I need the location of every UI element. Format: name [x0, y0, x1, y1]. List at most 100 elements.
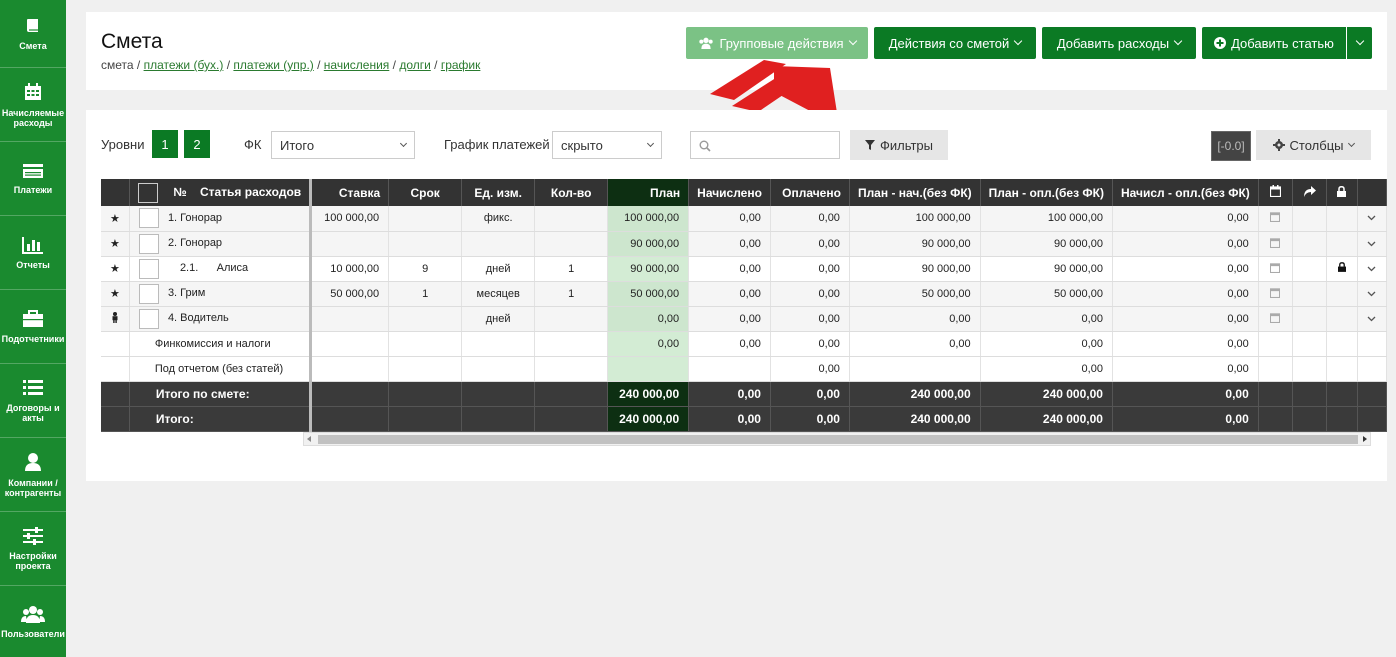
- row-expand: [1357, 356, 1387, 382]
- sidebar-item-payments[interactable]: Платежи: [0, 142, 66, 216]
- scroll-left-icon[interactable]: [307, 436, 311, 442]
- chevron-down-icon: [399, 139, 408, 148]
- row-plan-paid: 90 000,00: [980, 256, 1113, 282]
- lock-icon: [1337, 185, 1347, 197]
- estimate-actions-button[interactable]: Действия со сметой: [874, 27, 1036, 59]
- scrollbar-thumb[interactable]: [318, 435, 1358, 444]
- total-unit: [461, 406, 536, 432]
- header-item[interactable]: № Статья расходов: [129, 179, 313, 206]
- search-input[interactable]: [690, 131, 840, 159]
- add-item-dropdown-button[interactable]: [1347, 27, 1372, 59]
- fk-select-value: Итого: [280, 137, 315, 153]
- header-accrued[interactable]: Начислено: [688, 179, 771, 206]
- table-row[interactable]: ★ 3. Грим 50 000,00 1 месяцев 1 50 000,0…: [101, 281, 1387, 307]
- sidebar-item-estimate[interactable]: Смета: [0, 0, 66, 68]
- table-row[interactable]: 4. Водитель дней 0,00 0,00 0,00 0,00 0,0…: [101, 306, 1387, 332]
- breadcrumb-link-payments-mgmt[interactable]: платежи (упр.): [233, 58, 313, 72]
- columns-button[interactable]: Столбцы: [1256, 130, 1371, 160]
- level-1-button[interactable]: 1: [152, 130, 178, 158]
- row-calendar[interactable]: [1258, 231, 1293, 257]
- breadcrumb-link-payments-acc[interactable]: платежи (бух.): [144, 58, 224, 72]
- sidebar-item-accrued[interactable]: Начисляемые расходы: [0, 68, 66, 142]
- level-2-button[interactable]: 2: [184, 130, 210, 158]
- fk-label: ФК: [244, 137, 262, 152]
- scroll-right-icon[interactable]: [1363, 436, 1367, 442]
- row-accrued: 0,00: [688, 331, 771, 357]
- row-calendar[interactable]: [1258, 306, 1293, 332]
- header-rate[interactable]: Ставка: [310, 179, 390, 206]
- row-item-name: Под отчетом (без статей): [154, 362, 284, 375]
- row-term: [388, 356, 463, 382]
- add-item-button[interactable]: Добавить статью: [1202, 27, 1346, 59]
- sidebar-item-settings[interactable]: Настройки проекта: [0, 512, 66, 586]
- chevron-down-icon: [848, 36, 857, 46]
- card-icon: [23, 163, 43, 178]
- header-accrued-paid[interactable]: Начисл - опл.(без ФК): [1112, 179, 1259, 206]
- header-calendar: [1258, 179, 1293, 206]
- total-plan-paid: 240 000,00: [980, 381, 1113, 407]
- table-row: Под отчетом (без статей) 0,00 0,00 0,00: [101, 356, 1387, 382]
- header-term[interactable]: Срок: [388, 179, 463, 206]
- row-lock[interactable]: [1326, 256, 1358, 282]
- row-calendar[interactable]: [1258, 206, 1293, 232]
- total-rate: [310, 381, 390, 407]
- row-checkbox[interactable]: [138, 233, 159, 254]
- header-plan-accrued[interactable]: План - нач.(без ФК): [849, 179, 981, 206]
- sidebar-item-reports[interactable]: Отчеты: [0, 216, 66, 290]
- row-checkbox[interactable]: [138, 308, 159, 329]
- header-plan[interactable]: План: [607, 179, 690, 206]
- calendar-icon: [1269, 185, 1281, 198]
- header-plan-paid[interactable]: План - опл.(без ФК): [980, 179, 1113, 206]
- row-accrued-paid: 0,00: [1112, 331, 1259, 357]
- sidebar-item-users[interactable]: Пользователи: [0, 586, 66, 657]
- breadcrumb-link-schedule[interactable]: график: [441, 58, 481, 72]
- row-expand[interactable]: [1357, 231, 1387, 257]
- schedule-select[interactable]: скрыто: [552, 131, 662, 159]
- row-calendar[interactable]: [1258, 256, 1293, 282]
- horizontal-scrollbar[interactable]: [303, 432, 1371, 446]
- header-paid[interactable]: Оплачено: [770, 179, 850, 206]
- breadcrumb-link-debts[interactable]: долги: [399, 58, 431, 72]
- row-share: [1292, 331, 1327, 357]
- row-checkbox[interactable]: [138, 258, 159, 279]
- row-mark: ★: [101, 231, 130, 257]
- table-row[interactable]: ★ 2.1. Алиса 10 000,00 9 дней 1 90 000,0…: [101, 256, 1387, 282]
- row-item: 2.1. Алиса: [129, 256, 313, 282]
- header-num: №: [173, 184, 187, 199]
- breadcrumb-link-accruals[interactable]: начисления: [324, 58, 390, 72]
- table-row[interactable]: ★ 2. Гонорар 90 000,00 0,00 0,00 90 000,…: [101, 231, 1387, 257]
- sidebar-label: Подотчетники: [1, 333, 65, 344]
- header-qty[interactable]: Кол-во: [534, 179, 609, 206]
- sidebar-item-accountable[interactable]: Подотчетники: [0, 290, 66, 364]
- row-checkbox[interactable]: [138, 208, 159, 229]
- add-expenses-button[interactable]: Добавить расходы: [1042, 27, 1196, 59]
- chevron-down-icon: [646, 139, 655, 148]
- row-plan: 0,00: [607, 331, 690, 357]
- total-paid: 0,00: [770, 381, 850, 407]
- row-plan-paid: 0,00: [980, 356, 1113, 382]
- bar-chart-icon: [22, 236, 43, 254]
- sidebar-item-companies[interactable]: Компании / контрагенты: [0, 438, 66, 512]
- users-icon: [699, 37, 714, 49]
- row-plan-paid: 90 000,00: [980, 231, 1113, 257]
- schedule-select-value: скрыто: [561, 137, 603, 153]
- select-all-checkbox[interactable]: [137, 182, 158, 203]
- row-checkbox[interactable]: [138, 283, 159, 304]
- header-unit[interactable]: Ед. изм.: [461, 179, 536, 206]
- row-expand[interactable]: [1357, 256, 1387, 282]
- row-accrued: [688, 356, 771, 382]
- filters-button[interactable]: Фильтры: [850, 130, 948, 160]
- row-item-name: 2. Гонорар: [167, 237, 223, 250]
- row-plan-paid: 100 000,00: [980, 206, 1113, 232]
- chevron-down-icon: [1014, 36, 1023, 46]
- sidebar-item-contracts[interactable]: Договоры и акты: [0, 364, 66, 438]
- row-expand[interactable]: [1357, 281, 1387, 307]
- table-row[interactable]: ★ 1. Гонорар 100 000,00 фикс. 100 000,00…: [101, 206, 1387, 232]
- header-expand: [1357, 179, 1387, 206]
- sidebar-label: Смета: [19, 40, 47, 51]
- row-expand[interactable]: [1357, 306, 1387, 332]
- row-calendar[interactable]: [1258, 281, 1293, 307]
- fk-select[interactable]: Итого: [271, 131, 415, 159]
- row-plan-accrued: 50 000,00: [849, 281, 981, 307]
- row-expand[interactable]: [1357, 206, 1387, 232]
